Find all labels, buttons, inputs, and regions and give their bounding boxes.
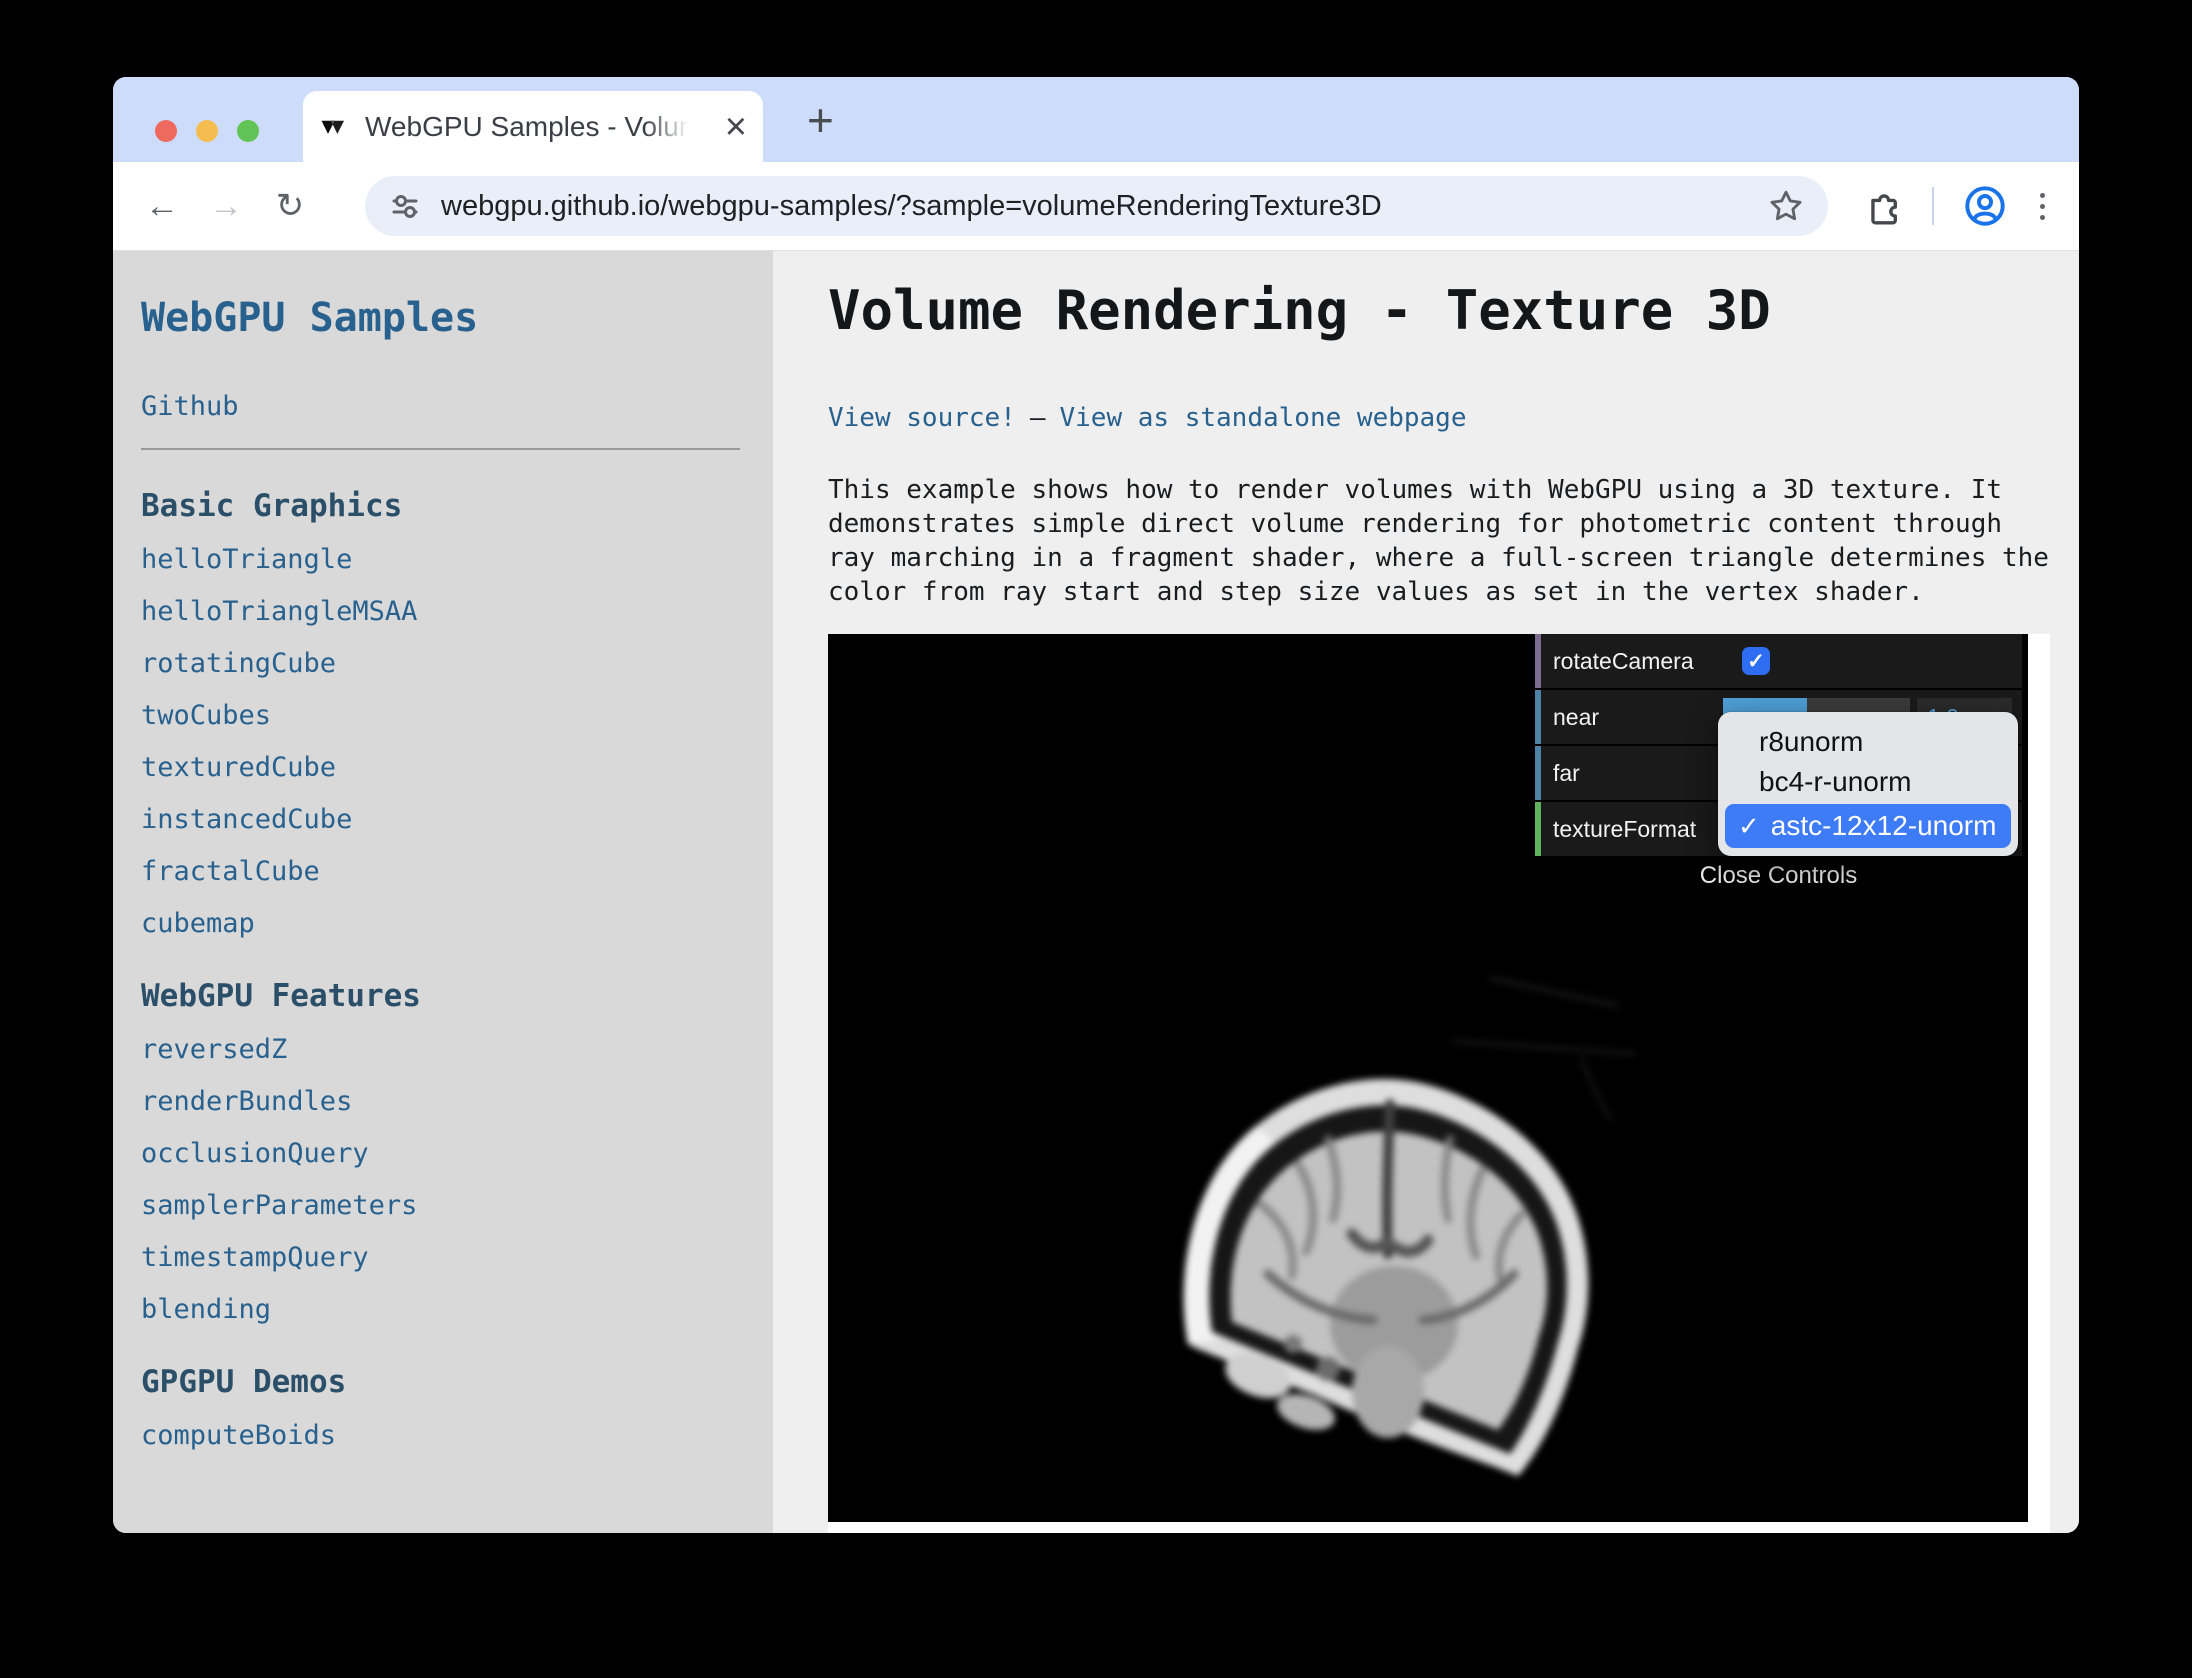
sidebar-item-twoCubes[interactable]: twoCubes: [141, 700, 740, 732]
view-source-link[interactable]: View source!: [828, 403, 1016, 433]
standalone-link[interactable]: View as standalone webpage: [1060, 403, 1467, 433]
checkbox-check-icon: ✓: [1747, 649, 1765, 674]
rotate-camera-checkbox[interactable]: ✓: [1742, 647, 1770, 675]
zoom-window-button[interactable]: [237, 120, 259, 142]
tab-title: WebGPU Samples - Volume R: [365, 107, 697, 147]
sidebar-item-helloTriangleMSAA[interactable]: helloTriangleMSAA: [141, 596, 740, 628]
link-separator: –: [1030, 403, 1046, 433]
new-tab-button[interactable]: +: [807, 93, 834, 147]
sample-links: View source!–View as standalone webpage: [828, 403, 1467, 433]
sidebar-item-reversedZ[interactable]: reversedZ: [141, 1034, 740, 1066]
address-bar[interactable]: webgpu.github.io/webgpu-samples/?sample=…: [365, 176, 1828, 236]
section-webgpu-features: WebGPU Features: [141, 978, 740, 1014]
back-icon[interactable]: ←: [139, 183, 185, 229]
github-link[interactable]: Github: [141, 391, 740, 422]
texture-format-dropdown: r8unorm bc4-r-unorm ✓ astc-12x12-unorm: [1718, 712, 2018, 856]
sidebar-item-fractalCube[interactable]: fractalCube: [141, 856, 740, 888]
reload-icon[interactable]: ↻: [267, 183, 313, 229]
gui-label-far: far: [1553, 760, 1723, 787]
sidebar: WebGPU Samples Github Basic Graphics hel…: [113, 251, 773, 1533]
sidebar-item-computeBoids[interactable]: computeBoids: [141, 1420, 740, 1452]
sidebar-title: WebGPU Samples: [141, 295, 740, 341]
site-settings-icon[interactable]: [389, 190, 421, 222]
webgpu-features-links: reversedZ renderBundles occlusionQuery s…: [141, 1034, 740, 1326]
profile-icon[interactable]: [1964, 185, 2006, 227]
gui-row-rotateCamera: rotateCamera ✓: [1535, 634, 2022, 688]
sidebar-item-texturedCube[interactable]: texturedCube: [141, 752, 740, 784]
sidebar-item-timestampQuery[interactable]: timestampQuery: [141, 1242, 740, 1274]
screenshot-stage: WebGPU Samples - Volume R × + ← → ↻ webg…: [0, 0, 2192, 1678]
gui-label-textureFormat: textureFormat: [1553, 816, 1723, 843]
sidebar-item-samplerParameters[interactable]: samplerParameters: [141, 1190, 740, 1222]
window-controls: [155, 120, 259, 142]
dropdown-option-bc4-r-unorm[interactable]: bc4-r-unorm: [1718, 762, 2018, 802]
webgpu-favicon-icon: [319, 112, 349, 142]
tab-title-wrap: WebGPU Samples - Volume R: [365, 107, 697, 147]
tab-close-icon[interactable]: ×: [725, 108, 747, 146]
basic-graphics-links: helloTriangle helloTriangleMSAA rotating…: [141, 544, 740, 940]
dropdown-option-astc-12x12-unorm[interactable]: ✓ astc-12x12-unorm: [1725, 804, 2011, 848]
minimize-window-button[interactable]: [196, 120, 218, 142]
sidebar-divider: [141, 448, 740, 450]
sample-iframe: rotateCamera ✓ near 1.0: [828, 634, 2050, 1533]
sidebar-item-cubemap[interactable]: cubemap: [141, 908, 740, 940]
close-window-button[interactable]: [155, 120, 177, 142]
page-content: WebGPU Samples Github Basic Graphics hel…: [113, 251, 2079, 1533]
sidebar-item-renderBundles[interactable]: renderBundles: [141, 1086, 740, 1118]
sidebar-item-rotatingCube[interactable]: rotatingCube: [141, 648, 740, 680]
extensions-icon[interactable]: [1864, 187, 1902, 225]
sidebar-item-instancedCube[interactable]: instancedCube: [141, 804, 740, 836]
gpgpu-demos-links: computeBoids: [141, 1420, 740, 1452]
toolbar-right: [1864, 185, 2049, 227]
sidebar-item-blending[interactable]: blending: [141, 1294, 740, 1326]
close-controls-button[interactable]: Close Controls: [1535, 862, 2022, 890]
browser-window: WebGPU Samples - Volume R × + ← → ↻ webg…: [113, 77, 2079, 1533]
sample-description: This example shows how to render volumes…: [828, 473, 2060, 609]
sidebar-item-occlusionQuery[interactable]: occlusionQuery: [141, 1138, 740, 1170]
webgpu-canvas[interactable]: rotateCamera ✓ near 1.0: [828, 634, 2028, 1522]
selected-check-icon: ✓: [1738, 804, 1760, 848]
dropdown-option-label: astc-12x12-unorm: [1771, 804, 1997, 848]
menu-dots-icon[interactable]: [2036, 189, 2049, 224]
browser-toolbar: ← → ↻ webgpu.github.io/webgpu-samples/?s…: [113, 162, 2079, 251]
gui-label-near: near: [1553, 704, 1723, 731]
sidebar-item-helloTriangle[interactable]: helloTriangle: [141, 544, 740, 576]
section-basic-graphics: Basic Graphics: [141, 488, 740, 524]
gui-label-rotateCamera: rotateCamera: [1553, 648, 1742, 675]
url-text[interactable]: webgpu.github.io/webgpu-samples/?sample=…: [441, 190, 1382, 223]
tab-bar: WebGPU Samples - Volume R × +: [113, 77, 2079, 162]
section-gpgpu-demos: GPGPU Demos: [141, 1364, 740, 1400]
main-content: Volume Rendering - Texture 3D View sourc…: [773, 251, 2079, 1533]
toolbar-separator: [1932, 187, 1934, 225]
dropdown-option-r8unorm[interactable]: r8unorm: [1718, 722, 2018, 762]
bookmark-star-icon[interactable]: [1768, 188, 1804, 224]
forward-icon: →: [203, 183, 249, 229]
browser-tab[interactable]: WebGPU Samples - Volume R ×: [303, 91, 763, 162]
page-title: Volume Rendering - Texture 3D: [828, 279, 1771, 342]
